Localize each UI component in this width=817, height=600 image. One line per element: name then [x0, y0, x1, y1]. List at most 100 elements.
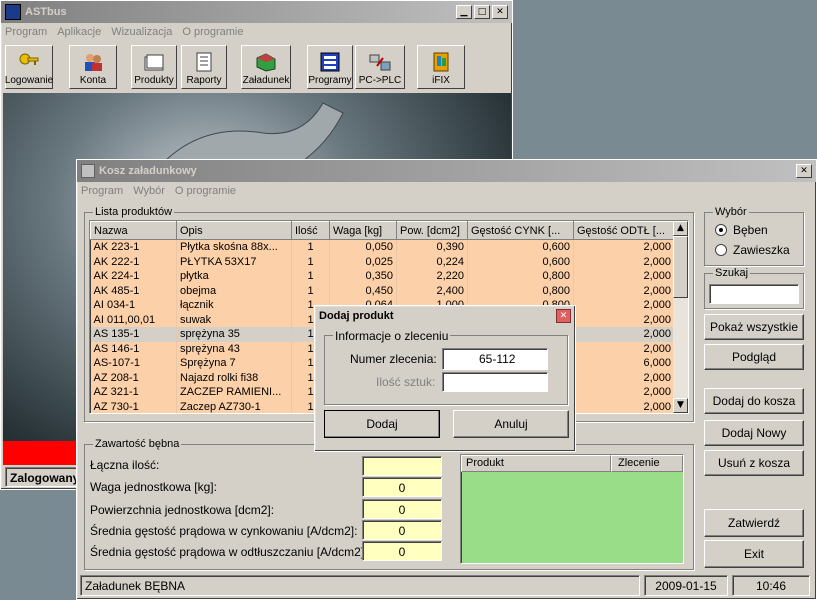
toolbar-programy-button[interactable]: Programy	[307, 45, 353, 89]
main-status-left: Zalogowany	[5, 467, 79, 487]
table-cell: 0,800	[467, 269, 574, 284]
vertical-scrollbar[interactable]: ▲ ▼	[673, 221, 688, 413]
menu-program[interactable]: Program	[5, 26, 47, 38]
wybor-group: Wybór Bęben Zawieszka	[704, 206, 804, 266]
col-opis[interactable]: Opis	[176, 221, 292, 240]
table-cell: 2,000	[573, 327, 675, 342]
podglad-button[interactable]: Podgląd	[704, 344, 804, 370]
dodaj-nowy-button[interactable]: Dodaj Nowy	[704, 420, 804, 446]
menu-aplikacje[interactable]: Aplikacje	[57, 26, 101, 38]
app-icon	[5, 4, 21, 20]
table-row[interactable]: AK 224-1 płytka 1 0,350 2,220 0,800 2,000	[90, 269, 675, 284]
table-cell: AZ 321-1	[90, 385, 177, 400]
red-stripe	[3, 441, 79, 465]
table-cell: 0,600	[467, 239, 574, 255]
table-cell: 2,220	[396, 269, 468, 284]
scroll-up-button[interactable]: ▲	[673, 221, 688, 236]
close-button[interactable]: ✕	[492, 5, 508, 19]
toolbar-produkty-button[interactable]: Produkty	[131, 45, 177, 89]
toolbar-raporty-button[interactable]: Raporty	[181, 45, 227, 89]
radio-checked-icon	[715, 224, 727, 236]
table-cell: 2,000	[573, 283, 675, 298]
toolbar-ifix-button[interactable]: iFIX	[417, 45, 465, 89]
col-gestosc-odtl[interactable]: Gęstość ODTŁ [...	[573, 221, 675, 240]
toolbar-pc-plc-button[interactable]: PC->PLC	[355, 45, 405, 89]
col-zlecenie[interactable]: Zlecenie	[611, 455, 683, 472]
table-cell: AK 222-1	[90, 254, 177, 269]
menu-o-programie[interactable]: O programie	[182, 26, 243, 38]
table-cell: 0,390	[396, 239, 468, 255]
scroll-down-button[interactable]: ▼	[673, 398, 688, 413]
table-cell: 2,000	[573, 254, 675, 269]
table-row[interactable]: AK 485-1 obejma 1 0,450 2,400 0,800 2,000	[90, 283, 675, 298]
table-cell: 2,000	[573, 341, 675, 356]
kosz-app-icon	[81, 164, 95, 178]
powierzchnia-value: 0	[362, 499, 442, 519]
menu-wybor[interactable]: Wybór	[133, 185, 165, 197]
radio-beben[interactable]: Bęben	[715, 223, 768, 237]
toolbar-zaladunek-button[interactable]: Załadunek	[241, 45, 291, 89]
radio-zawieszka[interactable]: Zawieszka	[715, 243, 790, 257]
table-cell: suwak	[176, 312, 292, 327]
col-produkt[interactable]: Produkt	[461, 455, 611, 472]
dodaj-button[interactable]: Dodaj	[324, 410, 440, 438]
table-cell: 2,000	[573, 312, 675, 327]
basket-header: Produkt Zlecenie	[461, 455, 683, 472]
status-time: 10:46	[732, 575, 810, 596]
kosz-titlebar: Kosz załadunkowy ✕	[77, 160, 816, 182]
ilosc-sztuk-input[interactable]	[442, 372, 548, 392]
kosz-close-button[interactable]: ✕	[796, 164, 812, 178]
toolbar-konta-button[interactable]: Konta	[69, 45, 117, 89]
maximize-button[interactable]: □	[474, 5, 490, 19]
toolbar-label: Programy	[308, 75, 352, 86]
table-cell: 2,000	[573, 385, 675, 400]
table-cell: Sprężyna 7	[176, 356, 292, 371]
pokaz-wszystkie-button[interactable]: Pokaż wszystkie	[704, 314, 804, 340]
basket-table[interactable]: Produkt Zlecenie	[460, 454, 684, 564]
toolbar-label: iFIX	[432, 75, 450, 86]
szukaj-group: Szukaj	[704, 267, 804, 309]
cynk-value: 0	[362, 520, 442, 540]
szukaj-input[interactable]	[709, 284, 799, 304]
exit-button[interactable]: Exit	[704, 540, 804, 568]
table-cell: 0,025	[329, 254, 397, 269]
table-cell: AI 011,00,01	[90, 312, 177, 327]
laczna-ilosc-value	[362, 456, 442, 476]
col-ilosc[interactable]: Ilość	[291, 221, 330, 240]
kosz-title: Kosz załadunkowy	[99, 165, 197, 177]
col-gestosc-cynk[interactable]: Gęstość CYNK [...	[467, 221, 574, 240]
menu-program[interactable]: Program	[81, 185, 123, 197]
field-cynk-label: Średnia gęstość prądowa w cynkowaniu [A/…	[90, 524, 358, 538]
table-cell: AZ 208-1	[90, 370, 177, 385]
numer-zlecenia-input[interactable]: 65-112	[442, 348, 548, 370]
ilosc-sztuk-label: Ilość sztuk:	[376, 375, 436, 389]
col-nazwa[interactable]: Nazwa	[90, 221, 177, 240]
status-left: Załadunek BĘBNA	[80, 575, 640, 596]
table-cell: obejma	[176, 283, 292, 298]
popup-close-button[interactable]: ✕	[556, 309, 571, 323]
table-cell: 2,000	[573, 399, 675, 413]
table-cell: 0,800	[467, 283, 574, 298]
table-cell: AS 146-1	[90, 341, 177, 356]
table-cell: Najazd rolki fi38	[176, 370, 292, 385]
table-cell: PŁYTKA 53X17	[176, 254, 292, 269]
menu-o-programie[interactable]: O programie	[175, 185, 236, 197]
table-cell: 1	[291, 239, 330, 255]
usun-z-kosza-button[interactable]: Usuń z kosza	[704, 450, 804, 476]
zatwierdz-button[interactable]: Zatwierdź	[704, 509, 804, 537]
table-cell: AI 034-1	[90, 298, 177, 313]
toolbar-logowanie-button[interactable]: Logowanie	[5, 45, 53, 89]
minimize-button[interactable]: ▁	[456, 5, 472, 19]
toolbar-label: Załadunek	[242, 75, 290, 86]
numer-zlecenia-value: 65-112	[479, 352, 516, 366]
scroll-thumb[interactable]	[673, 236, 688, 298]
menu-wizualizacja[interactable]: Wizualizacja	[111, 26, 172, 38]
col-waga[interactable]: Waga [kg]	[329, 221, 397, 240]
table-row[interactable]: AK 223-1 Płytka skośna 88x... 1 0,050 0,390 0…	[90, 239, 675, 255]
col-pow[interactable]: Pow. [dcm2]	[396, 221, 468, 240]
dodaj-do-kosza-button[interactable]: Dodaj do kosza	[704, 388, 804, 414]
table-cell: łącznik	[176, 298, 292, 313]
table-row[interactable]: AK 222-1 PŁYTKA 53X17 1 0,025 0,224 0,600 2,00…	[90, 254, 675, 269]
wybor-label: Wybór	[713, 206, 749, 218]
anuluj-button[interactable]: Anuluj	[453, 410, 569, 438]
